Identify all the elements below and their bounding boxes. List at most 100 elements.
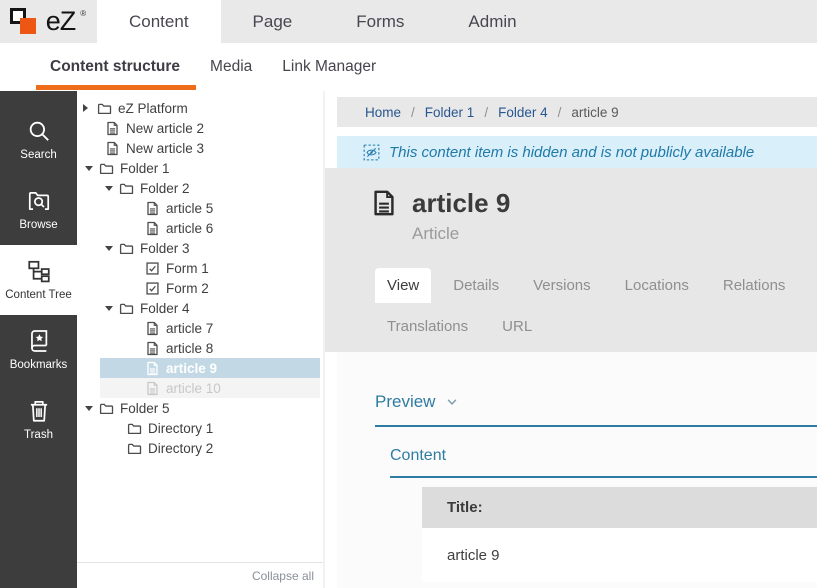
tab-details[interactable]: Details	[441, 268, 511, 303]
content-section-title: Content	[390, 447, 817, 478]
article-icon	[145, 341, 160, 356]
subnav-link-manager[interactable]: Link Manager	[282, 58, 376, 76]
hidden-eye-icon	[363, 144, 380, 161]
logo-text: eZ	[46, 8, 76, 35]
field-value: article 9	[422, 528, 817, 582]
expander-icon[interactable]	[105, 186, 119, 191]
tree-item[interactable]: article 5	[77, 198, 323, 218]
tab-view[interactable]: View	[375, 268, 431, 303]
expander-icon[interactable]	[105, 306, 119, 311]
main-nav-page[interactable]: Page	[221, 0, 325, 43]
tree-item-selected[interactable]: article 9	[77, 358, 323, 378]
tree-item-hidden[interactable]: article 10	[77, 378, 323, 398]
breadcrumb-item[interactable]: Folder 4	[498, 105, 548, 120]
article-icon	[145, 321, 160, 336]
folder-icon	[99, 401, 114, 416]
hidden-content-notice: This content item is hidden and is not p…	[337, 136, 817, 168]
content-section: Content Title: article 9	[390, 447, 817, 582]
tree-item[interactable]: New article 3	[77, 138, 323, 158]
tree-footer: Collapse all	[77, 562, 323, 588]
subnav-content-structure[interactable]: Content structure	[50, 58, 180, 76]
folder-icon	[119, 181, 134, 196]
expander-icon[interactable]	[83, 104, 97, 112]
breadcrumb: Home / Folder 1 / Folder 4 / article 9	[337, 97, 817, 127]
tree-item[interactable]: Folder 1	[77, 158, 323, 178]
breadcrumb-current: article 9	[571, 105, 618, 120]
article-icon	[145, 361, 160, 376]
tree-item[interactable]: New article 2	[77, 118, 323, 138]
expander-icon[interactable]	[85, 406, 99, 411]
tree-item[interactable]: article 6	[77, 218, 323, 238]
subnav-media[interactable]: Media	[210, 58, 252, 76]
article-icon	[145, 201, 160, 216]
main-nav-admin[interactable]: Admin	[436, 0, 548, 43]
field-table: Title: article 9	[422, 487, 817, 582]
article-icon	[145, 221, 160, 236]
tree-item[interactable]: Form 1	[77, 258, 323, 278]
breadcrumb-separator: /	[411, 105, 415, 120]
form-icon	[145, 281, 160, 296]
breadcrumb-item[interactable]: Folder 1	[425, 105, 475, 120]
notice-text: This content item is hidden and is not p…	[389, 144, 754, 161]
content-header: article 9 Article View Details Versions …	[325, 168, 817, 352]
tree-item[interactable]: Directory 2	[77, 438, 323, 458]
main-content: Home / Folder 1 / Folder 4 / article 9 T…	[325, 91, 817, 588]
tree-item[interactable]: eZ Platform	[77, 98, 323, 118]
top-bar: eZ ® Content Page Forms Admin	[0, 0, 817, 43]
breadcrumb-item[interactable]: Home	[365, 105, 401, 120]
secondary-nav: Content structure Media Link Manager	[0, 43, 817, 91]
breadcrumb-separator: /	[558, 105, 562, 120]
tree-item[interactable]: Form 2	[77, 278, 323, 298]
left-sidebar: Search Browse Content Tree Bookmarks Tra…	[0, 91, 77, 588]
ez-logo[interactable]: eZ ®	[0, 0, 97, 43]
tab-translations[interactable]: Translations	[375, 309, 480, 344]
preview-label: Preview	[375, 392, 435, 412]
folder-icon	[119, 301, 134, 316]
article-icon	[105, 121, 120, 136]
trash-icon	[26, 398, 52, 424]
tab-locations[interactable]: Locations	[613, 268, 701, 303]
tree-item[interactable]: article 7	[77, 318, 323, 338]
sidebar-item-trash[interactable]: Trash	[0, 385, 77, 455]
sidebar-item-search[interactable]: Search	[0, 105, 77, 175]
ez-logo-icon	[10, 7, 40, 37]
field-name: Title:	[422, 487, 817, 528]
content-tabs: View Details Versions Locations Relation…	[375, 268, 811, 344]
sidebar-item-content-tree[interactable]: Content Tree	[0, 245, 77, 315]
main-nav-content[interactable]: Content	[97, 0, 221, 43]
main-nav-forms[interactable]: Forms	[324, 0, 436, 43]
sidebar-item-browse[interactable]: Browse	[0, 175, 77, 245]
breadcrumb-separator: /	[484, 105, 488, 120]
main-nav: Content Page Forms Admin	[97, 0, 549, 43]
folder-icon	[127, 441, 142, 456]
content-type-label: Article	[412, 224, 811, 244]
sidebar-item-bookmarks[interactable]: Bookmarks	[0, 315, 77, 385]
tree-item[interactable]: article 8	[77, 338, 323, 358]
search-icon	[26, 118, 52, 144]
tree-item[interactable]: Directory 1	[77, 418, 323, 438]
expander-icon[interactable]	[85, 166, 99, 171]
active-tab-underline	[36, 85, 196, 90]
folder-icon	[97, 101, 112, 116]
bookmarks-icon	[26, 328, 52, 354]
tree-item[interactable]: Folder 2	[77, 178, 323, 198]
tree-item[interactable]: Folder 5	[77, 398, 323, 418]
tab-versions[interactable]: Versions	[521, 268, 603, 303]
preview-toggle[interactable]: Preview	[375, 392, 817, 427]
page-title: article 9	[412, 189, 510, 218]
view-tab-panel: Preview Content Title: article 9	[337, 352, 817, 588]
form-icon	[145, 261, 160, 276]
tree-item[interactable]: Folder 3	[77, 238, 323, 258]
tree-item[interactable]: Folder 4	[77, 298, 323, 318]
registered-mark: ®	[80, 9, 86, 18]
content-tree-panel: eZ Platform New article 2 New article 3 …	[77, 91, 325, 588]
tab-url[interactable]: URL	[490, 309, 544, 344]
expander-icon[interactable]	[105, 246, 119, 251]
folder-icon	[99, 161, 114, 176]
content-tree-icon	[26, 258, 52, 284]
collapse-all-button[interactable]: Collapse all	[252, 569, 314, 583]
tab-relations[interactable]: Relations	[711, 268, 798, 303]
content-tree: eZ Platform New article 2 New article 3 …	[77, 91, 323, 562]
browse-icon	[26, 188, 52, 214]
article-type-icon	[370, 186, 398, 220]
